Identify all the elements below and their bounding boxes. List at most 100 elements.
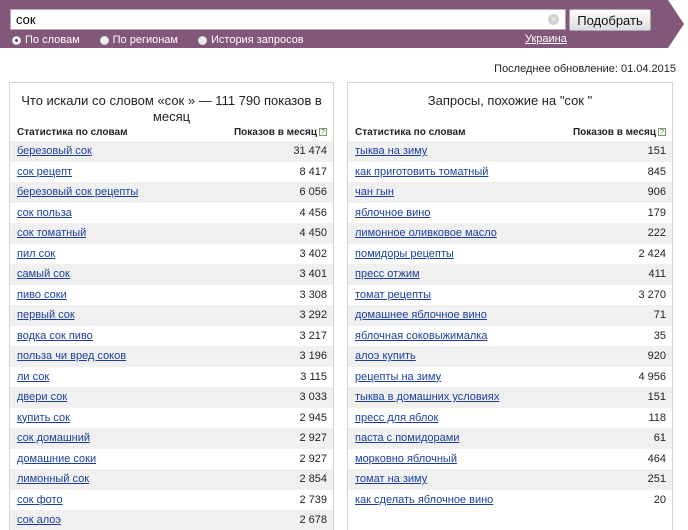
table-row: алоэ купить 920	[348, 346, 672, 367]
search-input[interactable]	[11, 10, 565, 29]
table-row: березовый сок рецепты 6 056	[10, 182, 333, 203]
impressions-count: 4 956	[638, 370, 666, 383]
impressions-count: 3 270	[638, 288, 666, 301]
search-bar: × Подобрать По словам По регионам Истори…	[0, 0, 688, 48]
col-header-count-label: Показов в месяц	[233, 127, 317, 138]
query-link[interactable]: сок алоэ	[17, 510, 61, 530]
query-link[interactable]: алоэ купить	[355, 346, 416, 367]
table-row: домашнее яблочное вино 71	[348, 305, 672, 326]
table-row: польза чи вред соков 3 196	[10, 346, 333, 367]
table-row: купить сок 2 945	[10, 408, 333, 429]
table-row: сок томатный 4 450	[10, 223, 333, 244]
impressions-count: 118	[648, 411, 666, 424]
impressions-count: 2 945	[299, 411, 327, 424]
col-header-words: Статистика по словам	[355, 127, 466, 138]
query-link[interactable]: лимонное оливковое масло	[355, 223, 497, 244]
impressions-count: 3 217	[299, 329, 327, 342]
radio-selected-icon	[12, 35, 21, 45]
query-link[interactable]: как сделать яблочное вино	[355, 490, 493, 511]
impressions-count: 2 927	[299, 432, 327, 444]
search-input-wrapper: ×	[10, 9, 566, 30]
table-row: томат на зиму 251	[348, 469, 672, 490]
column-headers: Статистика по словам Показов в месяц?	[10, 127, 333, 141]
query-link[interactable]: яблочная соковыжималка	[355, 326, 487, 347]
radio-by-words[interactable]: По словам	[12, 34, 80, 46]
query-link[interactable]: пил сок	[17, 244, 55, 265]
table-row: водка сок пиво 3 217	[10, 326, 333, 347]
impressions-count: 251	[647, 473, 666, 485]
query-link[interactable]: ли сок	[17, 367, 49, 388]
query-link[interactable]: тыква в домашних условиях	[355, 387, 499, 408]
help-icon[interactable]: ?	[319, 128, 327, 136]
query-link[interactable]: чан гын	[355, 182, 394, 203]
panel-title: Запросы, похожие на "сок "	[427, 93, 593, 108]
query-link[interactable]: морковно яблочный	[355, 449, 457, 470]
query-link[interactable]: пресс отжим	[355, 264, 420, 285]
impressions-count: 3 196	[299, 350, 327, 362]
query-link[interactable]: водка сок пиво	[17, 326, 93, 347]
query-link[interactable]: лимонный сок	[17, 469, 89, 490]
query-link[interactable]: сок томатный	[17, 223, 86, 244]
clear-icon[interactable]: ×	[548, 14, 559, 25]
impressions-count: 3 308	[299, 288, 327, 301]
table-row: пресс для яблок 118	[348, 408, 672, 429]
radio-label: История запросов	[211, 34, 304, 46]
impressions-count: 3 292	[299, 309, 327, 321]
radio-query-history[interactable]: История запросов	[198, 34, 304, 46]
table-row: сок рецепт 8 417	[10, 162, 333, 183]
submit-button[interactable]: Подобрать	[569, 9, 651, 31]
query-link[interactable]: сок фото	[17, 490, 63, 511]
query-link[interactable]: пиво соки	[17, 285, 67, 306]
column-headers: Статистика по словам Показов в месяц?	[348, 127, 672, 141]
similar-queries-panel: Запросы, похожие на "сок " Статистика по…	[347, 82, 673, 530]
query-link[interactable]: березовый сок рецепты	[17, 182, 138, 203]
table-row: пресс отжим 411	[348, 264, 672, 285]
impressions-count: 3 115	[300, 370, 327, 383]
word-stats-list: березовый сок 31 474 сок рецепт 8 417 березо…	[10, 141, 333, 530]
query-link[interactable]: рецепты на зиму	[355, 367, 441, 388]
query-link[interactable]: сок польза	[17, 203, 72, 224]
impressions-count: 31 474	[293, 145, 327, 157]
col-header-count-label: Показов в месяц	[572, 127, 656, 138]
radio-by-regions[interactable]: По регионам	[99, 34, 178, 46]
col-header-words: Статистика по словам	[17, 127, 128, 138]
impressions-count: 179	[647, 206, 666, 219]
query-link[interactable]: томат рецепты	[355, 285, 431, 306]
query-link[interactable]: домашнее яблочное вино	[355, 305, 487, 326]
table-row: сок домашний 2 927	[10, 428, 333, 449]
query-link[interactable]: польза чи вред соков	[17, 346, 126, 367]
query-link[interactable]: домашние соки	[17, 449, 96, 470]
table-row: чан гын 906	[348, 182, 672, 203]
table-row: яблочная соковыжималка 35	[348, 326, 672, 347]
impressions-count: 2 678	[299, 514, 327, 526]
table-row: тыква в домашних условиях 151	[348, 387, 672, 408]
query-link[interactable]: березовый сок	[17, 141, 92, 162]
query-link[interactable]: помидоры рецепты	[355, 244, 454, 265]
impressions-count: 3 033	[299, 391, 327, 403]
table-row: ли сок 3 115	[10, 367, 333, 388]
impressions-count: 71	[653, 309, 666, 321]
query-link[interactable]: первый сок	[17, 305, 75, 326]
impressions-count: 845	[647, 165, 666, 178]
query-link[interactable]: как приготовить томатный	[355, 162, 488, 183]
region-link[interactable]: Украина	[525, 33, 567, 45]
table-row: лимонный сок 2 854	[10, 469, 333, 490]
query-link[interactable]: купить сок	[17, 408, 70, 429]
help-icon[interactable]: ?	[658, 128, 666, 136]
query-link[interactable]: паста с помидорами	[355, 428, 459, 449]
query-link[interactable]: двери сок	[17, 387, 67, 408]
table-row: яблочное вино 179	[348, 203, 672, 224]
impressions-count: 222	[647, 227, 666, 239]
table-row: паста с помидорами 61	[348, 428, 672, 449]
table-row: сок алоэ 2 678	[10, 510, 333, 530]
query-link[interactable]: самый сок	[17, 264, 70, 285]
query-link[interactable]: тыква на зиму	[355, 141, 427, 162]
query-link[interactable]: томат на зиму	[355, 469, 427, 490]
table-row: самый сок 3 401	[10, 264, 333, 285]
query-link[interactable]: пресс для яблок	[355, 408, 438, 429]
impressions-count: 2 424	[638, 247, 666, 260]
impressions-count: 151	[647, 391, 666, 403]
query-link[interactable]: яблочное вино	[355, 203, 430, 224]
query-link[interactable]: сок домашний	[17, 428, 90, 449]
query-link[interactable]: сок рецепт	[17, 162, 72, 183]
